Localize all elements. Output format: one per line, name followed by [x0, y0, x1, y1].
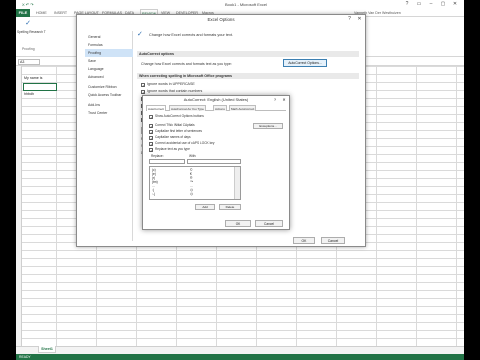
label-uppercase: Ignore words in UPPERCASE: [147, 82, 195, 86]
selected-cell[interactable]: [23, 83, 57, 91]
list-scrollbar[interactable]: [234, 167, 240, 199]
spelling-label: Spelling: [17, 30, 29, 34]
status-bar: [16, 354, 464, 360]
research-label: Research T: [29, 30, 46, 34]
checkbox-days[interactable]: ✓: [149, 136, 153, 141]
nav-formulas[interactable]: Formulas: [85, 41, 133, 49]
entry-replace: :-(: [152, 192, 156, 196]
checkbox-replace-text[interactable]: ✓: [149, 148, 153, 153]
label-show-buttons: Show AutoCorrect Options buttons: [155, 114, 204, 118]
sheet-tab-bar: [16, 346, 464, 354]
list-item[interactable]: :-( ☹: [150, 192, 234, 196]
minimize-icon[interactable]: –: [426, 1, 436, 8]
replace-input[interactable]: [149, 159, 185, 164]
label-days: Capitalize names of days: [155, 135, 191, 139]
replace-label: Replace:: [151, 154, 164, 158]
maximize-icon[interactable]: ▢: [438, 1, 448, 8]
spelling-icon: ✓: [25, 20, 31, 27]
checkbox-uppercase[interactable]: ✓: [141, 83, 145, 88]
exceptions-button[interactable]: Exceptions...: [253, 123, 283, 129]
name-box[interactable]: A3: [18, 59, 40, 65]
spelling-button[interactable]: Spelling Research T: [17, 30, 46, 34]
nav-customize-ribbon[interactable]: Customize Ribbon: [85, 83, 133, 91]
options-title: Excel Options: [207, 17, 235, 22]
quick-access-toolbar[interactable]: X ↶ ↷: [22, 2, 34, 7]
nav-language[interactable]: Language: [85, 65, 133, 73]
checkbox-show-buttons[interactable]: ✓: [149, 115, 153, 120]
entry-with: ☹: [190, 192, 194, 196]
tab-autocorrect[interactable]: AutoCorrect: [146, 105, 167, 111]
options-heading: Change how Excel corrects and formats yo…: [149, 33, 233, 37]
checkbox-numbers[interactable]: ✓: [141, 90, 145, 95]
close-icon[interactable]: ✕: [280, 97, 288, 103]
cell-a4[interactable]: hhbdh: [24, 92, 34, 96]
delete-button[interactable]: Delete: [219, 204, 241, 210]
nav-trust-center[interactable]: Trust Center: [85, 109, 133, 117]
tab-math-autocorrect[interactable]: Math AutoCorrect: [229, 105, 257, 111]
autocorrect-desc: Change how Excel corrects and formats te…: [141, 62, 232, 66]
nav-advanced[interactable]: Advanced: [85, 73, 133, 81]
tab-actions[interactable]: Actions: [213, 105, 227, 111]
label-numbers: Ignore words that contain numbers: [147, 89, 203, 93]
with-label: With:: [189, 154, 197, 158]
proofing-icon: ✓: [137, 31, 143, 38]
help-icon[interactable]: ?: [271, 97, 279, 103]
label-caps-lock: Correct accidental use of cAPS LOCK key: [155, 141, 215, 145]
label-two-initials: Correct TWo INitial CApitals: [155, 123, 195, 127]
tab-insert[interactable]: INSERT: [54, 11, 67, 15]
cell-a2[interactable]: My name is: [24, 76, 42, 80]
row-headers: [16, 66, 22, 346]
checkbox-two-initials[interactable]: ✓: [149, 124, 153, 129]
window-title: Book1 - Microsoft Excel: [224, 2, 267, 7]
sheet-tab[interactable]: Sheet1: [38, 346, 56, 353]
checkbox-capitalize-sentences[interactable]: ✓: [149, 130, 153, 135]
nav-quick-access-toolbar[interactable]: Quick Access Toolbar: [85, 91, 133, 99]
label-replace-text: Replace text as you type: [155, 147, 190, 151]
ok-button[interactable]: OK: [293, 237, 315, 244]
add-button[interactable]: Add: [195, 204, 215, 210]
close-icon[interactable]: ✕: [355, 16, 364, 23]
help-icon[interactable]: ?: [402, 1, 412, 8]
nav-add-ins[interactable]: Add-Ins: [85, 101, 133, 109]
autocorrect-entries-list[interactable]: (c) © (e) € (r) ® (tm) ™ ...… :(☹ :-(☹: [149, 166, 241, 200]
ok-button[interactable]: OK: [225, 220, 251, 227]
status-text: READY: [19, 355, 31, 359]
autocorrect-title: AutoCorrect: English (United States): [183, 97, 249, 102]
help-icon[interactable]: ?: [345, 16, 354, 23]
section-spelling: When correcting spelling in Microsoft Of…: [137, 73, 359, 79]
label-capitalize-sentences: Capitalize first letter of sentences: [155, 129, 202, 133]
checkbox-caps-lock[interactable]: ✓: [149, 142, 153, 147]
tab-autoformat[interactable]: AutoFormat As You Type: [169, 105, 206, 111]
nav-proofing[interactable]: Proofing: [85, 49, 133, 57]
ribbon-display-icon[interactable]: ▭: [414, 1, 424, 8]
cancel-button[interactable]: Cancel: [255, 220, 283, 227]
tab-file[interactable]: FILE: [16, 9, 30, 17]
options-nav: General Formulas Proofing Save Language …: [85, 31, 133, 241]
autocorrect-dialog: AutoCorrect: English (United States) ? ✕…: [142, 95, 290, 230]
autocorrect-options-button[interactable]: AutoCorrect Options...: [283, 59, 327, 67]
section-autocorrect: AutoCorrect options: [137, 51, 359, 57]
cancel-button[interactable]: Cancel: [321, 237, 345, 244]
nav-save[interactable]: Save: [85, 57, 133, 65]
tab-home[interactable]: HOME: [36, 11, 47, 15]
proofing-group-label: Proofing: [22, 47, 35, 51]
close-icon[interactable]: ✕: [450, 1, 460, 8]
nav-general[interactable]: General: [85, 33, 133, 41]
with-input[interactable]: [187, 159, 241, 164]
